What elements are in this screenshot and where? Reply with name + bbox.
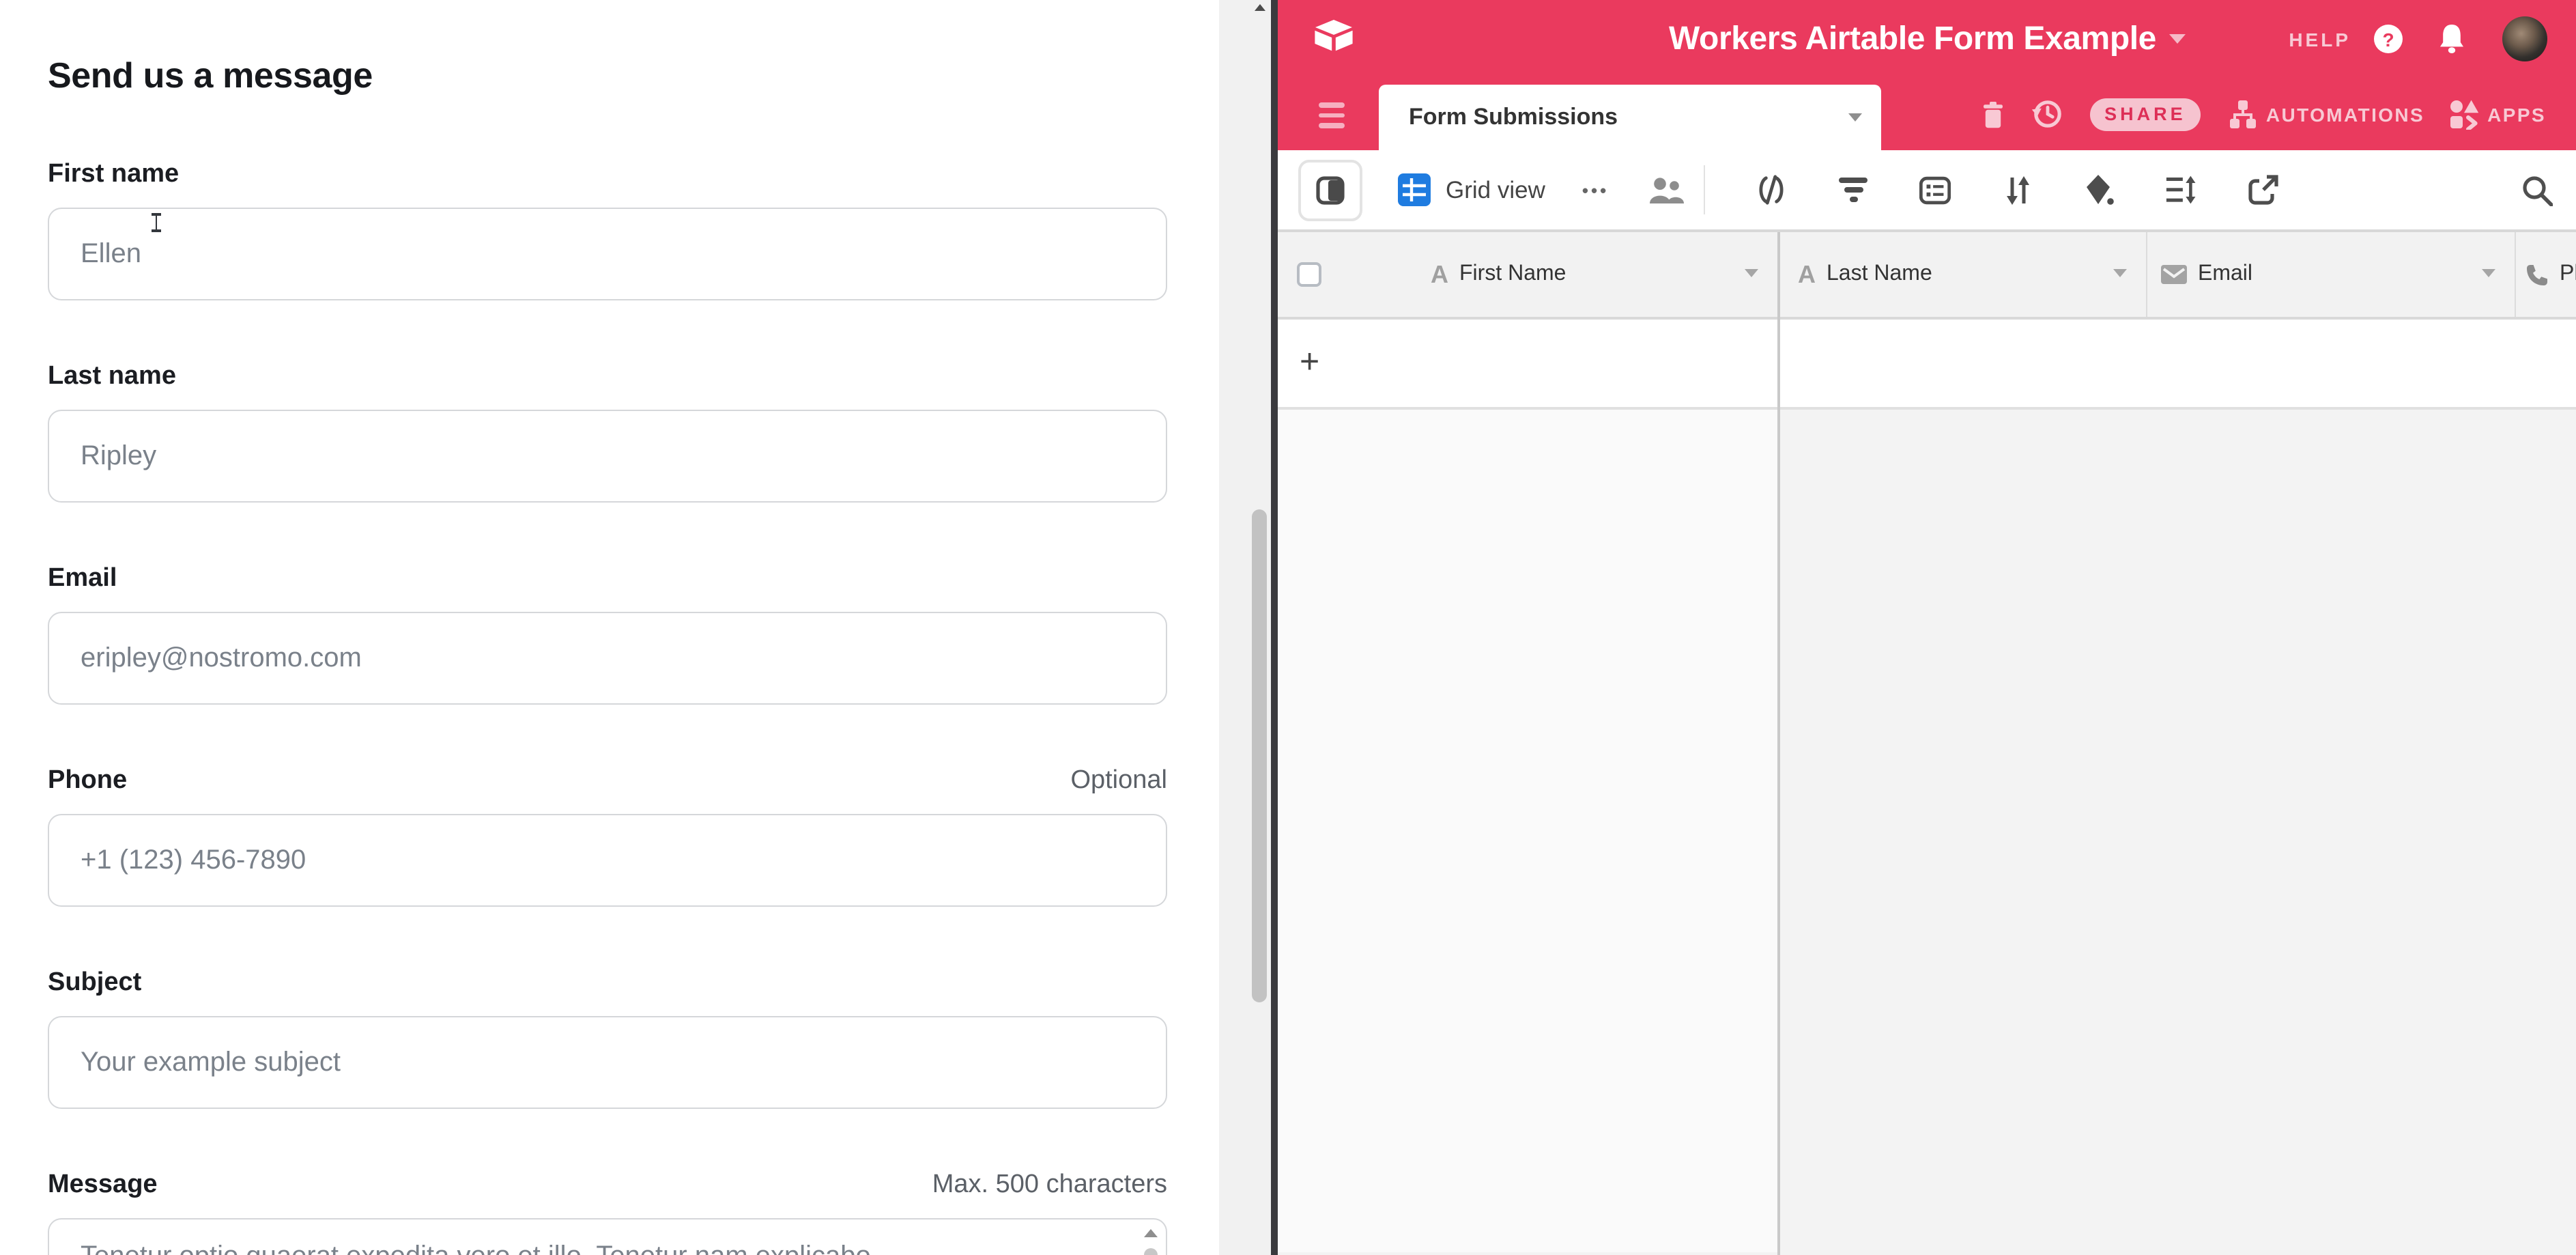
apps-label: APPS [2487, 103, 2546, 125]
subject-input[interactable] [48, 1016, 1167, 1109]
add-row[interactable]: + [1278, 320, 2576, 410]
last-name-input[interactable] [48, 410, 1167, 503]
row-height-icon[interactable] [2165, 175, 2196, 205]
help-button[interactable]: HELP [2289, 28, 2351, 50]
column-dropdown-icon[interactable] [2482, 269, 2495, 277]
hide-fields-icon[interactable] [1756, 175, 1787, 205]
chevron-down-icon [2169, 34, 2185, 44]
column-dropdown-icon[interactable] [2113, 269, 2127, 277]
field-group-subject: Subject [48, 967, 1167, 1109]
column-name: Phone [2560, 262, 2576, 287]
message-textarea[interactable]: Tenetur optio quaerat expedita vero et i… [48, 1218, 1167, 1255]
field-group-email: Email [48, 563, 1167, 705]
automations-icon [2228, 99, 2258, 129]
phone-input[interactable] [48, 814, 1167, 907]
column-name: First Name [1459, 262, 1566, 287]
field-group-last-name: Last name [48, 361, 1167, 503]
column-header-last-name[interactable]: A Last Name [1777, 232, 2146, 317]
view-toolbar: Grid view ••• [1278, 150, 2576, 232]
text-field-type-icon: A [1431, 260, 1448, 289]
first-name-input[interactable] [48, 208, 1167, 300]
toolbar-divider [1703, 165, 1705, 214]
scroll-up-arrow-icon[interactable] [1144, 1229, 1158, 1237]
column-name: Email [2198, 262, 2252, 287]
message-label: Message [48, 1169, 158, 1202]
history-icon[interactable] [2031, 98, 2063, 130]
screen: Send us a message First name Last name E… [0, 0, 2576, 1255]
window-divider [1271, 0, 1278, 1255]
automations-label: AUTOMATIONS [2266, 103, 2424, 125]
scrollbar-up-arrow-icon[interactable] [1254, 4, 1265, 11]
window-scrollbar[interactable] [1219, 0, 1271, 1255]
frozen-column-divider[interactable] [1777, 232, 1779, 1255]
phone-optional-helper: Optional [1070, 765, 1167, 798]
filter-icon[interactable] [1837, 178, 1869, 202]
grid-header-row: A First Name A Last Name Email [1278, 232, 2576, 320]
color-icon[interactable] [2083, 173, 2115, 206]
view-more-icon[interactable]: ••• [1582, 180, 1609, 200]
first-name-label: First name [48, 158, 179, 191]
message-scrollbar-thumb[interactable] [1144, 1248, 1158, 1255]
base-title-menu[interactable]: Workers Airtable Form Example [1669, 20, 2185, 58]
window-scrollbar-thumb[interactable] [1252, 509, 1267, 1002]
grid-body-frozen-area [1278, 410, 1777, 1252]
email-field-type-icon [2161, 265, 2187, 284]
airtable-table-bar: Form Submissions [1278, 78, 2576, 150]
text-cursor-icon [150, 213, 162, 232]
add-row-plus-icon[interactable]: + [1300, 343, 1319, 381]
share-button[interactable]: SHARE [2090, 98, 2201, 130]
grid-body [1278, 410, 2576, 1252]
automations-button[interactable]: AUTOMATIONS [2228, 99, 2424, 129]
text-field-type-icon: A [1798, 260, 1816, 289]
help-question-icon[interactable]: ? [2374, 25, 2403, 53]
view-name-label[interactable]: Grid view [1446, 175, 1545, 204]
airtable-pane: Workers Airtable Form Example HELP ? For… [1278, 0, 2576, 1255]
group-icon[interactable] [1919, 175, 1951, 204]
column-header-phone[interactable]: Phone [2515, 232, 2576, 317]
panel-icon [1316, 175, 1345, 204]
contact-form-pane: Send us a message First name Last name E… [0, 0, 1219, 1255]
sort-icon[interactable] [2001, 174, 2033, 206]
apps-button[interactable]: APPS [2449, 99, 2546, 129]
email-label: Email [48, 563, 117, 595]
base-title: Workers Airtable Form Example [1669, 20, 2156, 58]
airtable-topbar: Workers Airtable Form Example HELP ? [1278, 0, 2576, 78]
select-all-checkbox[interactable] [1297, 262, 1321, 287]
share-view-icon[interactable] [2247, 174, 2278, 206]
trash-icon[interactable] [1982, 100, 2004, 128]
airtable-logo-icon[interactable] [1313, 19, 1354, 63]
column-name: Last Name [1827, 262, 1932, 287]
notifications-bell-icon[interactable] [2438, 23, 2465, 55]
column-header-email[interactable]: Email [2146, 232, 2515, 317]
tab-form-submissions[interactable]: Form Submissions [1379, 85, 1881, 150]
message-maxchars-helper: Max. 500 characters [932, 1169, 1167, 1202]
field-group-phone: Phone Optional [48, 765, 1167, 907]
grid-view-icon[interactable] [1398, 173, 1431, 206]
email-input[interactable] [48, 612, 1167, 705]
field-group-first-name: First name [48, 158, 1167, 300]
field-group-message: Message Max. 500 characters Tenetur opti… [48, 1169, 1167, 1255]
phone-field-type-icon [2525, 263, 2549, 286]
tab-chevron-down-icon[interactable] [1848, 113, 1862, 122]
hamburger-menu-icon[interactable] [1319, 102, 1345, 134]
table-tab-label: Form Submissions [1409, 104, 1618, 131]
view-sidebar-toggle-button[interactable] [1298, 159, 1362, 221]
column-dropdown-icon[interactable] [1745, 269, 1758, 277]
apps-icon [2449, 99, 2479, 129]
collaborators-icon[interactable] [1647, 175, 1685, 204]
form-heading: Send us a message [48, 52, 1167, 98]
message-scrollbar[interactable] [1141, 1225, 1160, 1255]
message-text: Tenetur optio quaerat expedita vero et i… [49, 1219, 1166, 1255]
phone-label: Phone [48, 765, 127, 798]
column-header-first-name[interactable]: A First Name [1278, 232, 1777, 317]
search-icon[interactable] [2521, 174, 2553, 206]
subject-label: Subject [48, 967, 141, 1000]
last-name-label: Last name [48, 361, 176, 393]
user-avatar[interactable] [2502, 16, 2547, 61]
